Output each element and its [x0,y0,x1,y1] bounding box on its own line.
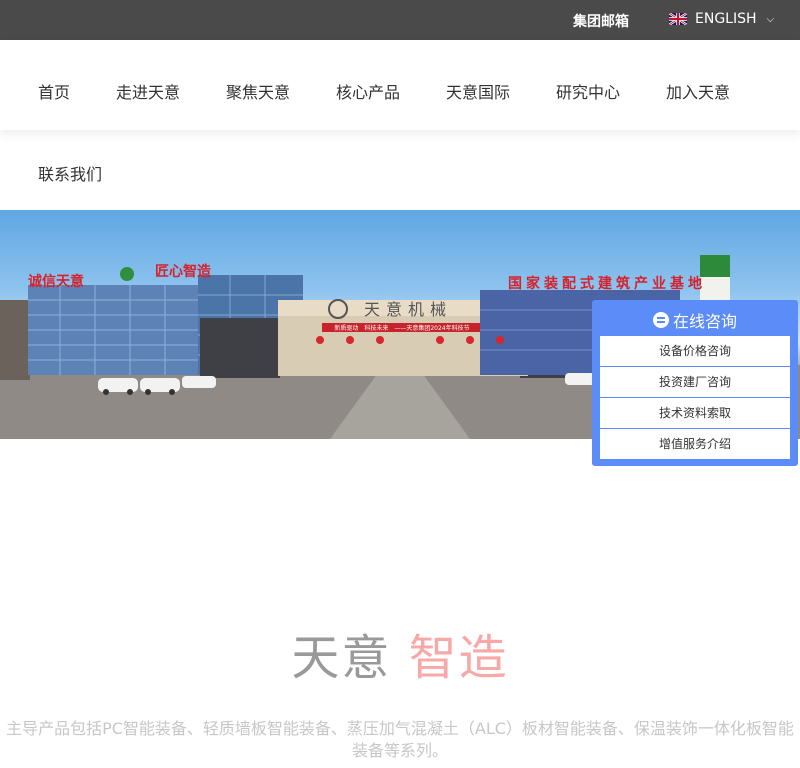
language-switcher[interactable]: ENGLISH ⌵ [669,11,774,27]
group-mail-link[interactable]: 集团邮箱 [573,11,629,31]
main-nav: 首页 走进天意 聚焦天意 核心产品 天意国际 研究中心 加入天意 [0,40,800,130]
nav-item-home[interactable]: 首页 [38,79,70,103]
nav-item-news[interactable]: 聚焦天意 [226,79,290,103]
uk-flag-icon [669,13,687,25]
nav-item-products[interactable]: 核心产品 [336,79,400,103]
nav-item-join[interactable]: 加入天意 [666,79,730,103]
chevron-down-icon: ⌵ [766,13,775,25]
consult-header[interactable]: 在线咨询 [592,308,798,332]
section-title: 天意 智造 [0,618,800,688]
banner-gate-banner: 新质驱动 科技未来 ——天意集团2024年科技节 [334,324,469,332]
consult-option-investment[interactable]: 投资建厂咨询 [600,367,790,397]
banner-slogan-left-1: 诚信天意 [28,273,84,290]
nav-item-research[interactable]: 研究中心 [556,79,620,103]
main-nav-row-2: 联系我们 [0,130,800,210]
section-title-part1: 天意 [291,630,392,686]
consult-option-technical[interactable]: 技术资料索取 [600,398,790,428]
consult-title: 在线咨询 [672,312,737,331]
nav-item-international[interactable]: 天意国际 [446,79,510,103]
nav-item-about[interactable]: 走进天意 [116,79,180,103]
section-title-part2: 智造 [408,630,509,686]
banner-slogan-left-2: 匠心智造 [155,263,211,280]
chat-bubble-icon [652,312,669,328]
language-label: ENGLISH [695,11,757,27]
top-bar: 集团邮箱 ENGLISH ⌵ [0,0,800,40]
section-description: 主导产品包括PC智能装备、轻质墙板智能装备、蒸压加气混凝土（ALC）板材智能装备… [6,719,794,760]
banner-gate-sign: 天意机械 [364,300,452,319]
consult-option-price[interactable]: 设备价格咨询 [600,336,790,366]
consult-option-service[interactable]: 增值服务介绍 [600,429,790,459]
nav-item-contact[interactable]: 联系我们 [38,161,102,185]
banner-slogan-right: 国家装配式建筑产业基地 [508,275,706,292]
online-consult-panel: 在线咨询 设备价格咨询 投资建厂咨询 技术资料索取 增值服务介绍 [592,300,798,466]
